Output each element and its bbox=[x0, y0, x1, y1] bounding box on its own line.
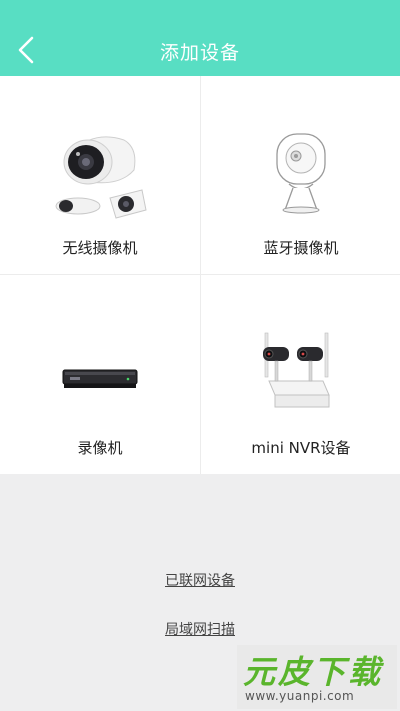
header-bar: 添加设备 bbox=[0, 0, 400, 76]
device-wireless-camera[interactable]: 无线摄像机 bbox=[0, 76, 200, 275]
device-label: mini NVR设备 bbox=[251, 439, 351, 457]
device-bluetooth-camera[interactable]: 蓝牙摄像机 bbox=[201, 76, 400, 275]
watermark-text: 元皮下载 bbox=[243, 653, 384, 691]
watermark-url: www.yuanpi.com bbox=[245, 689, 355, 703]
device-mini-nvr[interactable]: mini NVR设备 bbox=[201, 275, 400, 474]
wireless-camera-icon bbox=[55, 136, 147, 219]
device-label: 蓝牙摄像机 bbox=[263, 239, 339, 257]
lan-scan-link[interactable]: 局域网扫描 bbox=[0, 619, 400, 639]
recorder-icon bbox=[62, 369, 138, 388]
device-grid: 无线摄像机 蓝牙摄像机 录像机 mini NVR设备 bbox=[0, 76, 400, 474]
device-label: 录像机 bbox=[77, 439, 123, 457]
bluetooth-camera-icon bbox=[276, 133, 326, 214]
watermark-logo: 元皮下载 www.yuanpi.com bbox=[237, 645, 397, 709]
connected-devices-link[interactable]: 已联网设备 bbox=[0, 570, 400, 590]
device-recorder[interactable]: 录像机 bbox=[0, 275, 200, 474]
mini-nvr-icon bbox=[263, 332, 330, 408]
page-title: 添加设备 bbox=[159, 42, 240, 64]
device-label: 无线摄像机 bbox=[62, 239, 138, 257]
